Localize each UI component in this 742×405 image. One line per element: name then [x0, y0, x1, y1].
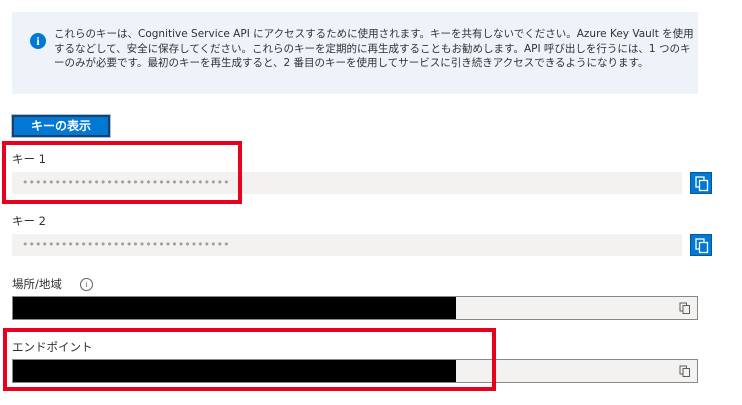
key1-field[interactable]: •••••••••••••••••••••••••••••••• [12, 172, 682, 194]
key2-label: キー 2 [12, 214, 46, 228]
endpoint-redacted-value [13, 360, 456, 382]
info-banner: i これらのキーは、Cognitive Service API にアクセスするた… [12, 12, 698, 94]
endpoint-field[interactable] [12, 359, 698, 383]
key2-copy-button[interactable] [690, 234, 712, 256]
location-redacted-value [13, 297, 456, 319]
location-copy-icon[interactable] [679, 302, 691, 314]
info-icon: i [30, 33, 46, 49]
endpoint-copy-icon[interactable] [679, 365, 691, 377]
key1-copy-button[interactable] [690, 172, 712, 194]
endpoint-label: エンドポイント [12, 340, 93, 354]
key2-field[interactable]: •••••••••••••••••••••••••••••••• [12, 234, 682, 256]
copy-icon [695, 238, 709, 254]
show-keys-button[interactable]: キーの表示 [11, 114, 111, 138]
copy-icon [695, 176, 709, 192]
key1-label: キー 1 [12, 152, 46, 166]
info-text: これらのキーは、Cognitive Service API にアクセスするために… [54, 28, 694, 69]
location-label: 場所/地域 [12, 277, 62, 291]
location-info-icon[interactable]: i [80, 278, 93, 291]
location-field[interactable] [12, 296, 698, 320]
